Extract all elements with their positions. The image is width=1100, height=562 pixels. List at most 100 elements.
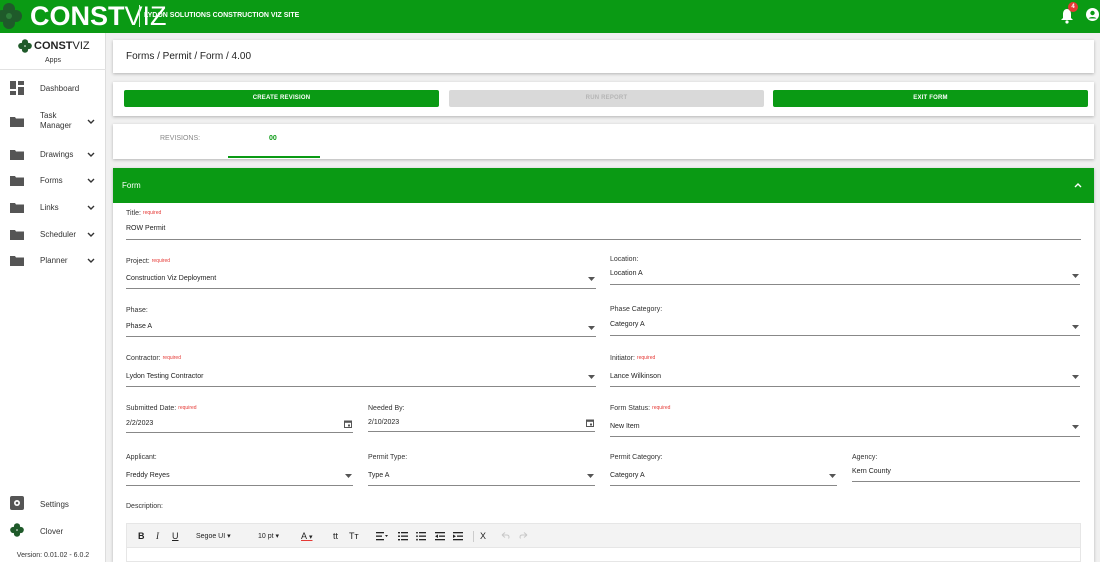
font-family-dropdown[interactable]: Segoe UI ▾ [196,532,231,542]
dropdown-arrow-icon [1072,425,1079,429]
phase-category-select[interactable]: Phase Category: Category A [610,306,1080,338]
form-status-select[interactable]: Form Status: required New Item [610,405,1080,437]
sidebar-item-forms[interactable]: Forms [0,169,106,193]
bullet-list-icon[interactable] [416,532,426,541]
calendar-icon[interactable] [586,419,594,427]
title-underline [126,239,1081,240]
initiator-select[interactable]: Initiator: required Lance Wilkinson [610,355,1080,387]
font-case-button[interactable]: Tт [349,531,359,541]
sidebar-item-label: Settings [40,500,69,509]
contractor-label-text: Contractor: [126,355,161,362]
settings-icon [10,496,24,510]
permit-category-select[interactable]: Permit Category: Category A [610,454,837,486]
sidebar-divider [0,69,106,70]
needed-by-field[interactable]: Needed By: 2/10/2023 [368,405,595,437]
permit-type-select[interactable]: Permit Type: Type A [368,454,595,486]
folder-icon [10,256,24,266]
apps-label: Apps [45,57,61,64]
sidebar-logo-bold: CONST [34,40,73,52]
exit-form-button[interactable]: EXIT FORM [773,90,1088,107]
chevron-down-icon [87,152,95,157]
undo-icon[interactable] [501,532,510,539]
chevron-down-icon [87,178,95,183]
needed-by-underline [368,431,595,432]
title-field[interactable]: Title: required ROW Permit [126,210,1081,242]
project-label-text: Project: [126,258,150,265]
title-label-text: Title: [126,210,141,217]
dropdown-arrow-icon: ▾ [307,534,313,541]
dropdown-arrow-icon [587,474,594,478]
submitted-date-field[interactable]: Submitted Date: required 2/2/2023 [126,405,353,437]
run-report-button[interactable]: RUN REPORT [449,90,764,107]
superscript-button[interactable]: tt [333,531,338,541]
phase-select[interactable]: Phase: Phase A [126,307,596,339]
sidebar-item-dashboard[interactable]: Dashboard [0,77,106,101]
initiator-label-text: Initiator: [610,355,635,362]
permit-category-label: Permit Category: [610,454,663,461]
sidebar-logo[interactable]: CONSTVIZ [18,38,90,54]
form-section-header[interactable]: Form [113,168,1094,203]
chevron-up-icon[interactable] [1074,182,1082,188]
agency-field[interactable]: Agency: Kern County [852,454,1080,486]
applicant-label: Applicant: [126,454,157,461]
dropdown-arrow-icon [345,474,352,478]
sidebar-item-planner[interactable]: Planner [0,249,106,273]
initiator-value: Lance Wilkinson [610,373,661,380]
sidebar-item-label: Scheduler [40,230,77,239]
redo-icon[interactable] [519,532,528,539]
dropdown-arrow-icon [829,474,836,478]
submitted-date-value: 2/2/2023 [126,420,154,427]
sidebar-item-links[interactable]: Links [0,196,106,220]
sidebar-item-settings[interactable]: Settings [0,492,106,516]
folder-icon [10,230,24,240]
dropdown-arrow-icon [1072,274,1079,278]
chevron-down-icon [87,258,95,263]
location-select[interactable]: Location: Location A [610,256,1080,288]
submitted-date-label-text: Submitted Date: [126,405,177,412]
sidebar-item-scheduler[interactable]: Scheduler [0,223,106,247]
folder-icon [10,176,24,186]
clover-icon [10,523,24,537]
dropdown-arrow-icon [588,277,595,281]
sidebar-item-clover[interactable]: Clover [0,519,106,543]
outdent-icon[interactable] [435,532,445,541]
chevron-down-icon [87,232,95,237]
applicant-select[interactable]: Applicant: Freddy Reyes [126,454,353,486]
phase-underline [126,336,596,337]
project-value: Construction Viz Deployment [126,275,217,282]
underline-button[interactable]: U [172,531,179,541]
form-status-value: New Item [610,423,640,430]
contractor-select[interactable]: Contractor: required Lydon Testing Contra… [126,355,596,387]
applicant-value: Freddy Reyes [126,472,170,479]
tab-revision-00[interactable]: 00 [269,135,277,142]
account-icon[interactable] [1086,8,1099,21]
toolbar-divider [473,531,474,542]
calendar-icon[interactable] [344,420,352,428]
active-tab-indicator [228,156,320,158]
sidebar-logo-light: VIZ [72,40,90,52]
brand-divider [139,5,140,27]
submitted-date-label: Submitted Date: required [126,405,197,412]
initiator-underline [610,386,1080,387]
ordered-list-icon[interactable] [398,532,408,541]
breadcrumb: Forms / Permit / Form / 4.00 [126,51,252,62]
clear-format-button[interactable]: X [480,531,486,541]
description-editor[interactable] [126,548,1081,562]
font-size-dropdown[interactable]: 10 pt ▾ [258,532,279,542]
font-family-value: Segoe UI [196,533,226,540]
required-indicator: required [652,405,671,411]
dashboard-icon [10,81,24,95]
create-revision-button[interactable]: CREATE REVISION [124,90,439,107]
bold-button[interactable]: B [138,531,145,541]
dropdown-arrow-icon [588,326,595,330]
sidebar-item-drawings[interactable]: Drawings [0,143,106,167]
align-dropdown-icon[interactable] [376,532,388,541]
form-status-underline [610,436,1080,437]
clover-small-icon [18,39,32,53]
project-select[interactable]: Project: required Construction Viz Deploy… [126,258,596,290]
site-title: LYDON SOLUTIONS CONSTRUCTION VIZ SITE [144,12,300,19]
font-color-button[interactable]: A ▾ [301,531,312,543]
sidebar-item-task-manager[interactable]: Task Manager [0,110,106,136]
italic-button[interactable]: I [156,531,159,541]
indent-icon[interactable] [453,532,463,541]
